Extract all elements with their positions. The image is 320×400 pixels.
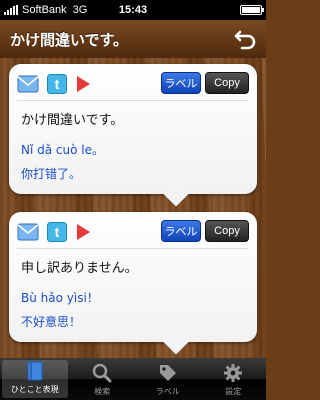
chinese-phrase: 你打错了。: [21, 167, 82, 181]
copy-button[interactable]: Copy: [205, 220, 249, 242]
label-button[interactable]: ラベル: [161, 220, 201, 242]
copy-button[interactable]: Copy: [205, 72, 249, 94]
svg-text:t: t: [55, 76, 60, 92]
chinese-phrase: 不好意思！: [21, 315, 82, 329]
twitter-icon[interactable]: t: [47, 222, 67, 242]
svg-text:t: t: [55, 224, 60, 240]
japanese-phrase: 申し訳ありません。: [21, 261, 138, 276]
phrase-card: t ラベル Copy かけ間違いです。 Nǐ dǎ cuò le。 你打错了。: [9, 64, 257, 207]
pinyin-text: Bù hǎo yìsi！: [21, 291, 99, 305]
gear-icon: [224, 364, 243, 382]
japanese-phrase: かけ間違いです。: [21, 113, 124, 128]
speech-bubble-tail: [160, 175, 192, 207]
tab-search[interactable]: 検索: [70, 358, 136, 400]
twitter-icon[interactable]: t: [47, 74, 67, 94]
mail-icon[interactable]: [17, 75, 39, 93]
tab-label: ラベル: [155, 387, 180, 396]
speech-bubble-tail: [160, 323, 192, 355]
label-button[interactable]: ラベル: [161, 72, 201, 94]
tab-phrases[interactable]: ひとこと表現: [2, 360, 68, 398]
tab-label: ひとこと表現: [10, 385, 59, 394]
tag-icon: [159, 365, 176, 381]
status-bar: SoftBank 3G 15:43: [0, 0, 266, 20]
phrase-list: t ラベル Copy かけ間違いです。 Nǐ dǎ cuò le。 你打错了。 …: [0, 58, 266, 358]
back-arrow-icon[interactable]: [234, 27, 258, 51]
page-title: かけ間違いです。: [10, 30, 129, 49]
divider: [17, 100, 249, 101]
tab-labels[interactable]: ラベル: [135, 358, 201, 400]
tab-settings[interactable]: 設定: [201, 358, 267, 400]
tab-bar: ひとこと表現 検索 ラベル 設定: [0, 358, 266, 400]
book-icon: [27, 361, 43, 381]
tab-label: 設定: [225, 387, 242, 396]
card-actions: t ラベル Copy: [17, 220, 249, 244]
phrase-card: t ラベル Copy 申し訳ありません。 Bù hǎo yìsi！ 不好意思！: [9, 212, 257, 355]
pinyin-text: Nǐ dǎ cuò le。: [21, 143, 104, 157]
play-icon[interactable]: [75, 75, 91, 93]
mail-icon[interactable]: [17, 223, 39, 241]
play-icon[interactable]: [75, 223, 91, 241]
divider: [17, 248, 249, 249]
battery-icon: [239, 5, 264, 15]
search-icon: [93, 363, 112, 383]
card-actions: t ラベル Copy: [17, 72, 249, 96]
tab-label: 検索: [94, 387, 111, 396]
clock: 15:43: [118, 4, 148, 16]
navigation-bar: かけ間違いです。: [0, 20, 266, 58]
